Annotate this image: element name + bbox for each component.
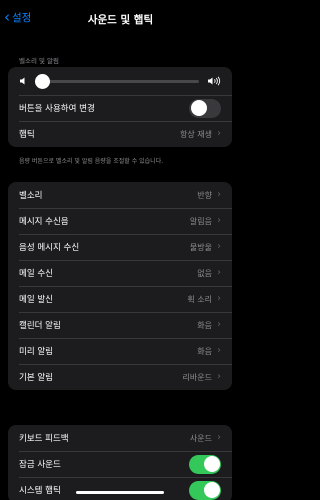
page-title: 사운드 및 햅틱 [87, 14, 154, 26]
system-haptics-toggle[interactable] [189, 480, 221, 500]
lock-sound-row: 잠금 사운드 [8, 451, 232, 477]
sound-row[interactable]: 메시지 수신음 알림음 › [8, 208, 232, 234]
sound-row-label: 미리 알림 [19, 347, 53, 357]
sound-row-value: 반향 [197, 190, 212, 200]
sound-row-value: 휙 소리 [187, 294, 212, 304]
chevron-right-icon: › [217, 128, 221, 139]
sound-row[interactable]: 메일 발신 휙 소리 › [8, 286, 232, 312]
lock-sound-toggle[interactable] [189, 454, 221, 474]
sound-row-label: 메일 수신 [19, 269, 53, 279]
haptics-label: 햅틱 [19, 130, 35, 140]
chevron-right-icon: › [217, 293, 221, 304]
keyboard-feedback-row[interactable]: 키보드 피드백 사운드 › [8, 425, 232, 451]
sound-row-label: 음성 메시지 수신 [19, 243, 80, 253]
sound-row-value: 알림음 [189, 216, 212, 226]
sounds-group: 벨소리 반향 › 메시지 수신음 알림음 › 음성 메시지 수신 물방울 › 메일 수신 없음 › 메일… [8, 182, 232, 390]
chevron-right-icon: › [217, 267, 221, 278]
system-haptics-label: 시스템 햅틱 [19, 486, 61, 496]
system-group: 키보드 피드백 사운드 › 잠금 사운드 시스템 햅틱 [8, 425, 232, 500]
keyboard-feedback-value: 사운드 [189, 433, 212, 443]
sound-row-label: 메일 발신 [19, 295, 53, 305]
chevron-right-icon: › [217, 319, 221, 330]
system-haptics-row: 시스템 햅틱 [8, 477, 232, 500]
sound-row-value: 없음 [197, 268, 212, 278]
navigation-bar: ‹ 설정 사운드 및 햅틱 [0, 0, 241, 40]
chevron-right-icon: › [217, 432, 221, 443]
toggle-knob [190, 100, 207, 116]
volume-slider-thumb[interactable] [34, 73, 50, 89]
ringer-section-label: 벨소리 및 알림 [19, 57, 60, 65]
sound-row-label: 기본 알림 [19, 373, 53, 383]
sound-row-value: 화음 [197, 346, 212, 356]
toggle-knob [203, 482, 220, 498]
toggle-knob [203, 456, 220, 472]
sound-row-value: 리바운드 [182, 372, 212, 382]
sound-row[interactable]: 기본 알림 리바운드 › [8, 364, 232, 390]
chevron-right-icon: › [217, 215, 221, 226]
sound-row-value: 화음 [197, 320, 212, 330]
sound-row[interactable]: 캘린더 알림 화음 › [8, 312, 232, 338]
sound-row-label: 벨소리 [19, 191, 43, 201]
chevron-right-icon: › [217, 241, 221, 252]
sound-row-label: 캘린더 알림 [19, 321, 61, 331]
sound-row[interactable]: 메일 수신 없음 › [8, 260, 232, 286]
volume-row [8, 67, 232, 95]
keyboard-feedback-label: 키보드 피드백 [19, 434, 69, 444]
haptics-value: 항상 재생 [180, 129, 212, 139]
sound-row-label: 메시지 수신음 [19, 217, 69, 227]
home-indicator [76, 491, 164, 494]
sound-row[interactable]: 음성 메시지 수신 물방울 › [8, 234, 232, 260]
ringer-footnote: 음량 버튼으로 벨소리 및 알림 음량을 조절할 수 있습니다. [19, 158, 164, 165]
sound-row-value: 물방울 [189, 242, 212, 252]
volume-slider[interactable] [34, 73, 199, 89]
haptics-row[interactable]: 햅틱 항상 재생 › [8, 121, 232, 147]
chevron-right-icon: › [217, 371, 221, 382]
chevron-right-icon: › [217, 345, 221, 356]
sound-row[interactable]: 벨소리 반향 › [8, 182, 232, 208]
lock-sound-label: 잠금 사운드 [19, 460, 61, 470]
speaker-high-icon [208, 76, 221, 86]
sound-row[interactable]: 미리 알림 화음 › [8, 338, 232, 364]
change-with-buttons-label: 버튼을 사용하여 변경 [19, 104, 95, 114]
change-with-buttons-row: 버튼을 사용하여 변경 [8, 95, 232, 121]
change-with-buttons-toggle[interactable] [189, 98, 221, 118]
speaker-low-icon [20, 77, 25, 85]
chevron-right-icon: › [217, 189, 221, 200]
ringer-group: 버튼을 사용하여 변경 햅틱 항상 재생 › [8, 67, 232, 147]
